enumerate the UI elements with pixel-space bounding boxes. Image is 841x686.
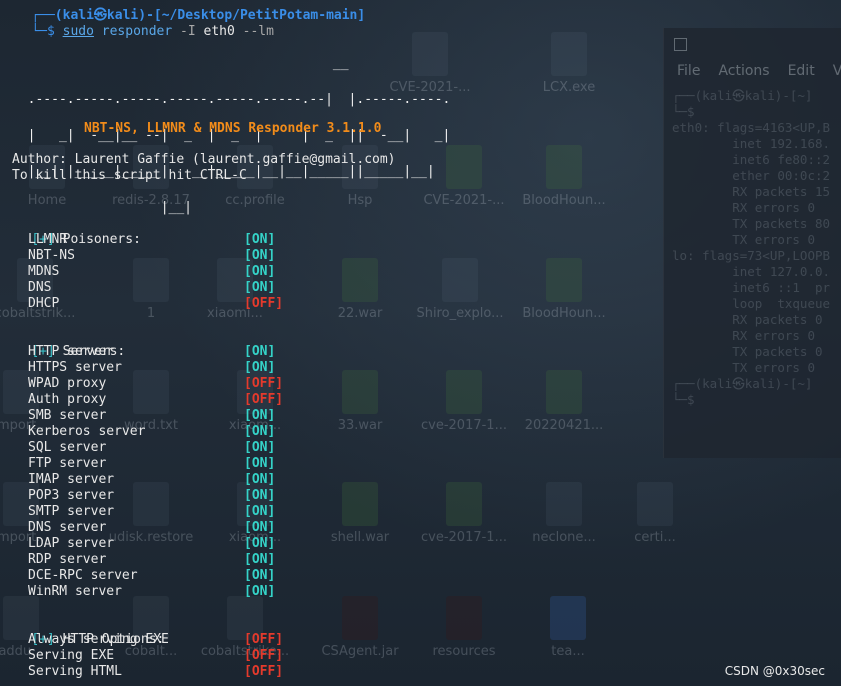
option-label: IMAP server [28, 472, 115, 487]
background-terminal-line: inet6 ::1 pr [672, 280, 831, 295]
option-status: [ON] [244, 472, 276, 487]
background-terminal-line: TX errors 0 [672, 232, 815, 247]
background-terminal-line: RX errors 0 [672, 200, 815, 215]
option-status: [OFF] [244, 664, 284, 679]
option-label: HTTP server [28, 344, 115, 359]
option-label: Auth proxy [28, 392, 107, 407]
author-line: Author: Laurent Gaffie (laurent.gaffie@g… [12, 152, 396, 167]
option-status: [OFF] [244, 648, 284, 663]
prompt-header-line: ┌──(kali㉿kali)-[~/Desktop/PetitPotam-mai… [0, 0, 365, 23]
option-label: SMTP server [28, 504, 115, 519]
http-options-header: [+] HTTP Options: [0, 616, 164, 647]
option-status: [ON] [244, 584, 276, 599]
background-terminal-line: inet 192.168. [672, 136, 831, 151]
option-status: [ON] [244, 264, 276, 279]
background-terminal-window[interactable]: FileActionsEditView ┌──(kali㉿kali)-[~]└─… [663, 28, 841, 458]
option-label: POP3 server [28, 488, 115, 503]
menu-file[interactable]: File [677, 63, 700, 79]
option-label: LLMNR [28, 232, 68, 247]
option-status: [ON] [244, 408, 276, 423]
option-label: DHCP [28, 296, 60, 311]
menu-actions[interactable]: Actions [718, 63, 769, 79]
option-status: [ON] [244, 424, 276, 439]
background-terminal-line: inet6 fe80::2 [672, 152, 831, 167]
background-terminal-line: RX packets 0 [672, 312, 823, 327]
banner-line: .----.-----.-----.-----.-----.-----.--| … [12, 92, 451, 107]
option-label: MDNS [28, 264, 60, 279]
option-status: [ON] [244, 440, 276, 455]
option-status: [OFF] [244, 632, 284, 647]
background-terminal-line: ┌──(kali㉿kali)-[~] [672, 376, 813, 391]
option-label: HTTPS server [28, 360, 122, 375]
background-terminal-line: lo: flags=73<UP,LOOPB [672, 248, 831, 263]
option-status: [ON] [244, 568, 276, 583]
option-status: [OFF] [244, 392, 284, 407]
background-terminal-line: RX errors 0 [672, 328, 815, 343]
background-terminal-line: TX errors 0 [672, 360, 815, 375]
banner-line: |__| [12, 200, 193, 215]
csdn-watermark: CSDN @0x30sec [724, 664, 825, 678]
banner-line: __ [12, 56, 349, 71]
option-label: Serving HTML [28, 664, 122, 679]
option-status: [ON] [244, 488, 276, 503]
background-terminal-line: └─$ [672, 392, 703, 407]
window-menu-icon[interactable] [674, 38, 687, 51]
background-terminal-line: eth0: flags=4163<UP,B [672, 120, 831, 135]
option-label: SMB server [28, 408, 107, 423]
background-terminal-line: └─$ [672, 104, 703, 119]
option-label: Kerberos server [28, 424, 146, 439]
command-line: └─$ sudo responder -I eth0 --lm [0, 8, 274, 39]
option-status: [OFF] [244, 296, 284, 311]
background-terminal-line: ether 00:0c:2 [672, 168, 831, 183]
option-status: [ON] [244, 520, 276, 535]
background-terminal-line: inet 127.0.0. [672, 264, 831, 279]
option-label: WPAD proxy [28, 376, 107, 391]
option-label: DNS [28, 280, 52, 295]
background-terminal-output: ┌──(kali㉿kali)-[~] └─$ eth0: flags=4163<U… [672, 88, 830, 408]
window-menubar: File Actions Edit View [677, 63, 841, 79]
option-label: Serving EXE [28, 648, 115, 663]
terminal-window[interactable]: ┌──(kali㉿kali)-[~/Desktop/PetitPotam-mai… [0, 0, 660, 686]
background-terminal-line: ┌──(kali㉿kali)-[~] [672, 88, 813, 103]
option-label: WinRM server [28, 584, 122, 599]
poisoners-header: [+] Poisoners: [0, 216, 141, 247]
option-label: SQL server [28, 440, 107, 455]
responder-title: NBT-NS, LLMNR & MDNS Responder 3.1.1.0 [84, 121, 382, 136]
menu-edit[interactable]: Edit [788, 63, 815, 79]
background-terminal-line: TX packets 0 [672, 344, 823, 359]
option-status: [ON] [244, 344, 276, 359]
option-label: FTP server [28, 456, 107, 471]
option-status: [ON] [244, 280, 276, 295]
option-label: DNS server [28, 520, 107, 535]
option-status: [ON] [244, 456, 276, 471]
option-status: [ON] [244, 552, 276, 567]
responder-ascii-banner: __ .----.-----.-----.-----.-----.-----.-… [12, 34, 451, 238]
servers-header: [+] Servers: [0, 328, 125, 359]
option-status: [ON] [244, 232, 276, 247]
option-label: LDAP server [28, 536, 115, 551]
option-status: [ON] [244, 536, 276, 551]
option-status: [ON] [244, 248, 276, 263]
option-label: RDP server [28, 552, 107, 567]
background-terminal-line: loop txqueue [672, 296, 831, 311]
option-status: [ON] [244, 360, 276, 375]
option-label: DCE-RPC server [28, 568, 138, 583]
section-title: Poisoners: [54, 232, 141, 247]
kill-hint-line: To kill this script hit CTRL-C [12, 168, 247, 183]
option-label: Always serving EXE [28, 632, 169, 647]
option-label: NBT-NS [28, 248, 75, 263]
background-terminal-line: TX packets 80 [672, 216, 831, 231]
option-status: [OFF] [244, 376, 284, 391]
background-terminal-line: RX packets 15 [672, 184, 831, 199]
menu-view[interactable]: View [833, 63, 841, 79]
option-status: [ON] [244, 504, 276, 519]
